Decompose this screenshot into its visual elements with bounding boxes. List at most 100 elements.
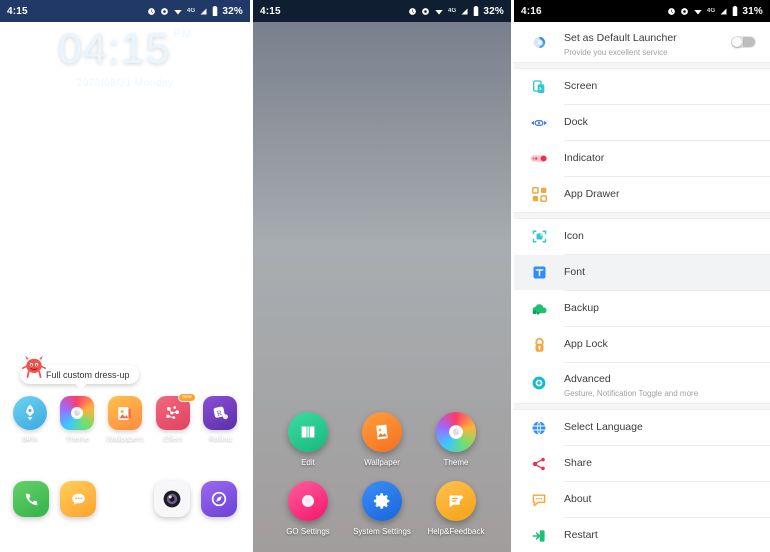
settings-row-text: Set as Default Launcher Provide you exce… [564, 28, 731, 57]
app-label: Wallpapers [106, 434, 144, 443]
settings-row-share[interactable]: Share [514, 446, 770, 481]
default-launcher-toggle[interactable] [731, 36, 756, 48]
screen-icon [528, 76, 550, 98]
app-drawer-icon[interactable] [106, 481, 143, 517]
menu-item-edit[interactable]: Edit [271, 412, 345, 467]
wifi-icon [694, 9, 702, 14]
settings-row-title: Select Language [564, 420, 643, 433]
settings-row-subtitle: Gesture, Notification Toggle and more [564, 388, 699, 398]
camera-icon[interactable] [153, 481, 190, 517]
menu-item-help-feedback[interactable]: Help&Feedback [419, 481, 493, 536]
battery-icon [474, 6, 479, 16]
app-effect[interactable]: new Effect [153, 393, 196, 443]
battery-percent: 32% [222, 5, 243, 17]
app-label: Rolling [208, 434, 232, 443]
app-rolling[interactable]: R Rolling [200, 396, 240, 443]
go-settings-icon [288, 481, 328, 521]
app-drawer-grid-icon [528, 184, 550, 206]
page-indicator[interactable] [0, 463, 250, 468]
page-dot[interactable] [145, 463, 150, 467]
signal-icon [720, 8, 727, 14]
settings-row-icon[interactable]: Icon [514, 219, 770, 254]
status-bar-home: 4:15 4G 32% [0, 0, 250, 22]
system-settings-gear-icon [362, 481, 402, 521]
settings-row-text: Advanced Gesture, Notification Toggle an… [564, 369, 756, 398]
about-icon [528, 489, 550, 511]
menu-label: Theme [443, 458, 469, 467]
menu-label: GO Settings [286, 527, 330, 536]
network-type-label: 4G [186, 8, 196, 14]
network-type-label: 4G [706, 8, 716, 14]
app-label: Effect [163, 434, 183, 443]
menu-item-wallpaper[interactable]: Wallpaper [345, 412, 419, 467]
settings-row-app-drawer[interactable]: App Drawer [514, 177, 770, 212]
page-dot[interactable] [111, 463, 116, 467]
menu-item-system-settings[interactable]: System Settings [345, 481, 419, 536]
font-icon [528, 262, 550, 284]
settings-row-default-launcher[interactable]: Set as Default Launcher Provide you exce… [514, 22, 770, 62]
wallpapers-icon [107, 396, 142, 430]
theme-icon [436, 412, 476, 452]
app-booster[interactable]: 84% [10, 396, 50, 443]
status-icons: 4G 31% [667, 6, 763, 17]
settings-row-select-language[interactable]: Select Language [514, 410, 770, 445]
notification-dot-icon [681, 7, 688, 15]
clock-time: 04:15 [57, 25, 171, 73]
clock-widget[interactable]: 04:15 PM 2023/08/21 Monday [0, 25, 250, 90]
dress-up-tooltip[interactable]: Full custom dress-up [20, 355, 139, 384]
rocket-booster-icon [12, 396, 47, 430]
status-bar-folder: 4:15 4G 32% [253, 0, 511, 22]
menu-item-go-settings[interactable]: GO Settings [271, 481, 345, 536]
settings-row-about[interactable]: About [514, 482, 770, 517]
page-dot[interactable] [134, 463, 139, 467]
three-panel-screenshot: 4:15 4G 32% 04:15 PM 2023/08/21 Monday F… [0, 0, 770, 552]
signal-icon [461, 8, 468, 14]
status-bar-settings: 4:16 4G 31% [514, 0, 770, 22]
app-theme[interactable]: Theme [57, 396, 97, 443]
settings-row-indicator[interactable]: Indicator [514, 141, 770, 176]
indicator-icon [528, 148, 550, 170]
help-feedback-icon [436, 481, 476, 521]
page-dot[interactable] [100, 463, 105, 467]
network-type-label: 4G [447, 8, 457, 14]
section-divider [514, 62, 770, 69]
advanced-icon [528, 372, 550, 394]
monster-mascot-icon [22, 355, 46, 378]
restart-icon [528, 525, 550, 547]
status-time: 4:15 [7, 5, 28, 17]
settings-row-restart[interactable]: Restart [514, 518, 770, 552]
settings-row-title: Dock [564, 115, 588, 128]
settings-list[interactable]: Set as Default Launcher Provide you exce… [514, 22, 770, 552]
settings-row-backup[interactable]: Backup [514, 291, 770, 326]
settings-row-title: Restart [564, 528, 598, 541]
settings-row-app-lock[interactable]: App Lock [514, 327, 770, 362]
phone-icon[interactable] [13, 481, 50, 517]
clock-date: 2023/08/21 Monday [76, 78, 174, 89]
home-dock [0, 481, 250, 517]
settings-row-title: Screen [564, 79, 598, 92]
battery-icon [213, 6, 218, 16]
page-dot-active[interactable] [122, 463, 128, 468]
home-screen-panel: 4:15 4G 32% 04:15 PM 2023/08/21 Monday F… [0, 0, 250, 552]
battery-icon [733, 6, 738, 16]
settings-row-title: Set as Default Launcher [564, 31, 677, 44]
status-icons: 4G 32% [408, 6, 504, 17]
settings-row-screen[interactable]: Screen [514, 69, 770, 104]
settings-row-font[interactable]: Font [514, 255, 770, 290]
app-wallpapers[interactable]: Wallpapers [105, 396, 145, 443]
status-time: 4:15 [260, 5, 281, 17]
menu-label: Wallpaper [364, 458, 400, 467]
wallpaper-icon [362, 412, 402, 452]
messages-icon[interactable] [60, 481, 97, 517]
menu-item-theme[interactable]: Theme [419, 412, 493, 467]
tooltip-label: Full custom dress-up [46, 369, 130, 380]
settings-row-advanced[interactable]: Advanced Gesture, Notification Toggle an… [514, 363, 770, 403]
notification-dot-icon [422, 7, 429, 15]
menu-label: Edit [301, 458, 315, 467]
settings-row-subtitle: Provide you excellent service [564, 47, 668, 57]
settings-row-title: App Lock [564, 337, 608, 350]
settings-row-dock[interactable]: Dock [514, 105, 770, 140]
browser-icon[interactable] [200, 481, 237, 517]
section-divider [514, 403, 770, 410]
launcher-menu-panel: 4:15 4G 32% Edit Wallpaper Theme GO Sett… [253, 0, 511, 552]
